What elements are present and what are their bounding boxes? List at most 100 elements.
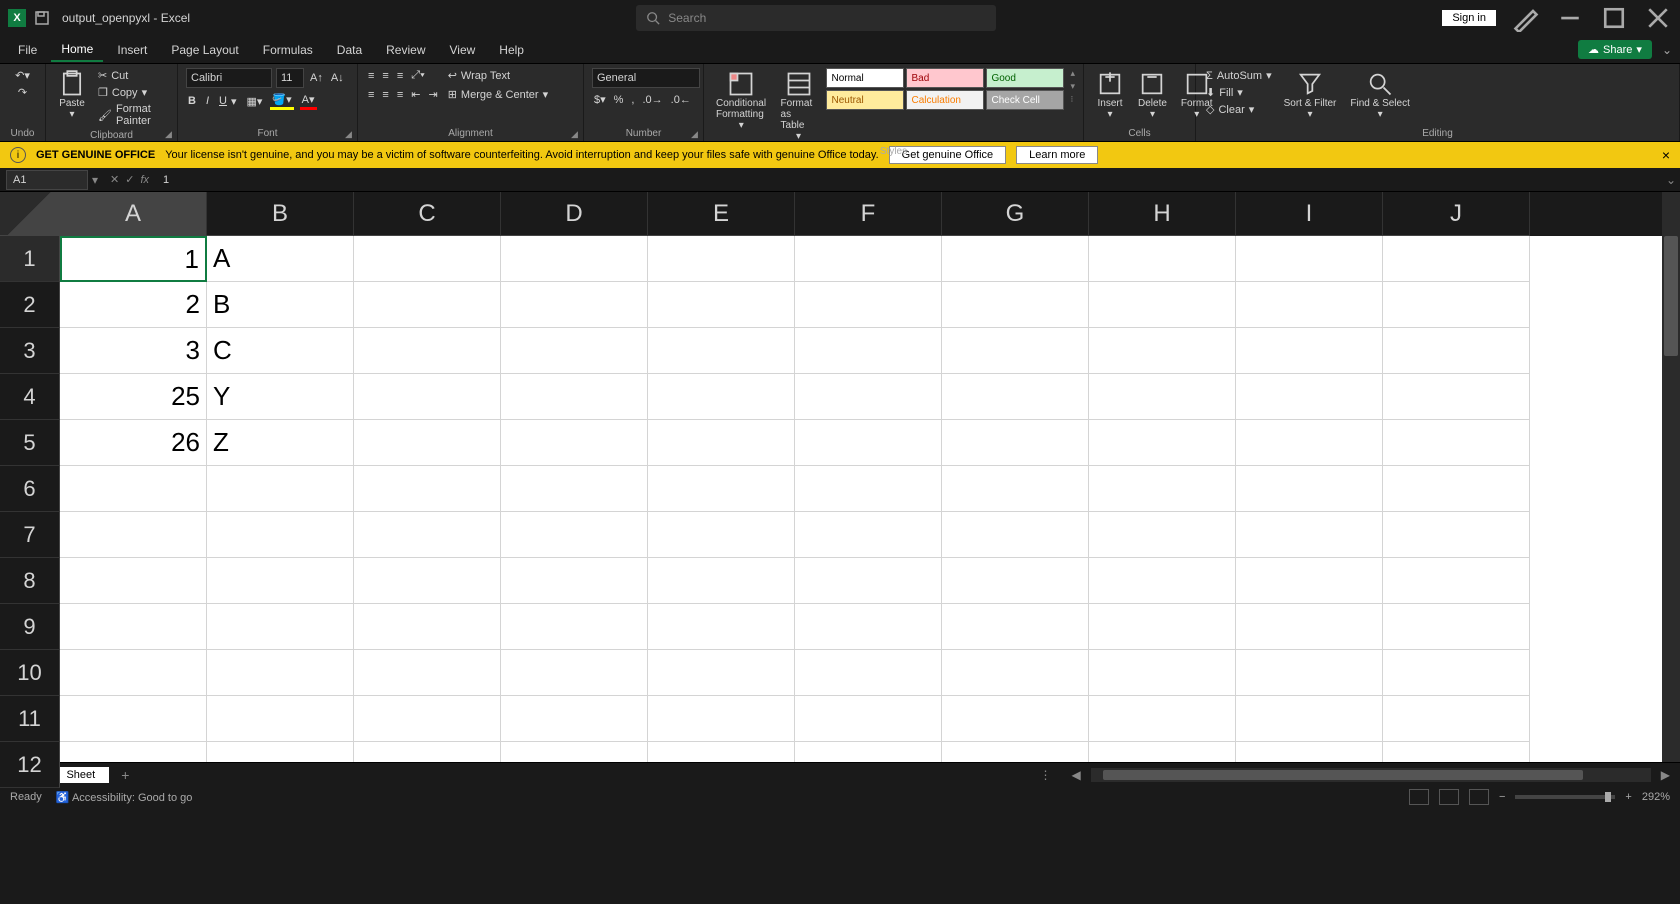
row-header[interactable]: 4 bbox=[0, 374, 60, 420]
tab-home[interactable]: Home bbox=[51, 38, 103, 62]
style-bad[interactable]: Bad bbox=[906, 68, 984, 88]
cell[interactable] bbox=[354, 696, 501, 742]
warning-close-icon[interactable]: × bbox=[1662, 147, 1670, 163]
cut-button[interactable]: ✂ Cut bbox=[96, 68, 169, 83]
cell[interactable] bbox=[1089, 512, 1236, 558]
accounting-format-icon[interactable]: $▾ bbox=[592, 92, 608, 107]
minimize-button[interactable] bbox=[1556, 4, 1584, 32]
cell[interactable] bbox=[1383, 236, 1530, 282]
cell[interactable] bbox=[942, 650, 1089, 696]
cell[interactable] bbox=[207, 742, 354, 762]
tab-view[interactable]: View bbox=[440, 39, 486, 61]
style-check-cell[interactable]: Check Cell bbox=[986, 90, 1064, 110]
cell[interactable] bbox=[942, 696, 1089, 742]
align-right-icon[interactable]: ≡ bbox=[395, 87, 405, 102]
column-header[interactable]: B bbox=[207, 192, 354, 236]
cell[interactable] bbox=[795, 236, 942, 282]
cell[interactable] bbox=[1383, 328, 1530, 374]
sheet-tab[interactable]: Sheet bbox=[52, 767, 109, 783]
cell[interactable] bbox=[60, 604, 207, 650]
cell[interactable]: 25 bbox=[60, 374, 207, 420]
formula-cancel-icon[interactable]: ✕ bbox=[110, 173, 119, 186]
page-layout-view-icon[interactable] bbox=[1439, 789, 1459, 805]
cell[interactable] bbox=[354, 236, 501, 282]
wrap-text-button[interactable]: ↩ Wrap Text bbox=[446, 68, 550, 83]
row-header[interactable]: 7 bbox=[0, 512, 60, 558]
cell[interactable] bbox=[354, 604, 501, 650]
font-color-button[interactable]: A▾ bbox=[300, 92, 317, 110]
cell[interactable]: 26 bbox=[60, 420, 207, 466]
cell[interactable] bbox=[1089, 328, 1236, 374]
cell[interactable] bbox=[354, 558, 501, 604]
tab-review[interactable]: Review bbox=[376, 39, 435, 61]
row-header[interactable]: 12 bbox=[0, 742, 60, 788]
name-box[interactable] bbox=[6, 170, 88, 190]
style-calculation[interactable]: Calculation bbox=[906, 90, 984, 110]
maximize-button[interactable] bbox=[1600, 4, 1628, 32]
decrease-font-icon[interactable]: A↓ bbox=[329, 71, 346, 85]
cell[interactable] bbox=[1236, 236, 1383, 282]
cell[interactable] bbox=[1383, 466, 1530, 512]
cell[interactable]: B bbox=[207, 282, 354, 328]
cell[interactable]: 3 bbox=[60, 328, 207, 374]
cell[interactable] bbox=[648, 374, 795, 420]
cell[interactable] bbox=[1383, 558, 1530, 604]
cell[interactable] bbox=[207, 512, 354, 558]
tab-insert[interactable]: Insert bbox=[107, 39, 157, 61]
cell[interactable] bbox=[1236, 604, 1383, 650]
cell[interactable]: C bbox=[207, 328, 354, 374]
cells-area[interactable]: 1A2B3C25Y26Z bbox=[60, 236, 1662, 762]
search-box[interactable]: Search bbox=[636, 5, 996, 31]
cell[interactable] bbox=[60, 696, 207, 742]
vertical-scrollbar[interactable] bbox=[1662, 192, 1680, 762]
cell[interactable] bbox=[648, 236, 795, 282]
vscroll-thumb[interactable] bbox=[1664, 236, 1678, 356]
column-header[interactable]: F bbox=[795, 192, 942, 236]
normal-view-icon[interactable] bbox=[1409, 789, 1429, 805]
cell[interactable] bbox=[354, 282, 501, 328]
cell[interactable] bbox=[354, 650, 501, 696]
cell[interactable] bbox=[1236, 466, 1383, 512]
row-header[interactable]: 3 bbox=[0, 328, 60, 374]
cell[interactable] bbox=[648, 650, 795, 696]
cell[interactable] bbox=[648, 420, 795, 466]
tab-page-layout[interactable]: Page Layout bbox=[161, 39, 248, 61]
column-header[interactable]: E bbox=[648, 192, 795, 236]
insert-cells-button[interactable]: Insert▾ bbox=[1092, 68, 1128, 122]
cell[interactable] bbox=[1383, 650, 1530, 696]
cell[interactable] bbox=[795, 696, 942, 742]
select-all-corner[interactable] bbox=[0, 192, 60, 236]
cell[interactable] bbox=[648, 466, 795, 512]
row-header[interactable]: 6 bbox=[0, 466, 60, 512]
tab-data[interactable]: Data bbox=[327, 39, 372, 61]
cell[interactable] bbox=[354, 374, 501, 420]
zoom-in-icon[interactable]: + bbox=[1625, 791, 1631, 803]
orientation-icon[interactable]: ⤢▾ bbox=[409, 68, 426, 83]
cell[interactable] bbox=[501, 466, 648, 512]
column-header[interactable]: C bbox=[354, 192, 501, 236]
row-header[interactable]: 2 bbox=[0, 282, 60, 328]
sort-filter-button[interactable]: Sort & Filter▾ bbox=[1280, 68, 1341, 122]
collapse-ribbon-icon[interactable]: ⌄ bbox=[1662, 43, 1672, 57]
cell[interactable] bbox=[1236, 696, 1383, 742]
cell[interactable] bbox=[795, 282, 942, 328]
formula-enter-icon[interactable]: ✓ bbox=[125, 173, 134, 186]
align-bottom-icon[interactable]: ≡ bbox=[395, 68, 405, 83]
tab-help[interactable]: Help bbox=[489, 39, 534, 61]
zoom-slider[interactable] bbox=[1515, 795, 1615, 799]
align-middle-icon[interactable]: ≡ bbox=[380, 68, 390, 83]
cell[interactable] bbox=[1089, 374, 1236, 420]
cell[interactable] bbox=[942, 604, 1089, 650]
cell[interactable] bbox=[942, 374, 1089, 420]
percent-format-icon[interactable]: % bbox=[612, 92, 626, 107]
cell[interactable] bbox=[1383, 512, 1530, 558]
format-as-table-button[interactable]: Format as Table▾ bbox=[777, 68, 821, 144]
cell[interactable] bbox=[1383, 282, 1530, 328]
cell[interactable] bbox=[1236, 558, 1383, 604]
border-button[interactable]: ▦▾ bbox=[245, 92, 265, 110]
cell[interactable] bbox=[795, 374, 942, 420]
number-dialog-icon[interactable]: ◢ bbox=[691, 129, 701, 139]
formula-input[interactable] bbox=[157, 172, 1662, 188]
cell[interactable] bbox=[795, 558, 942, 604]
cell[interactable] bbox=[1089, 466, 1236, 512]
